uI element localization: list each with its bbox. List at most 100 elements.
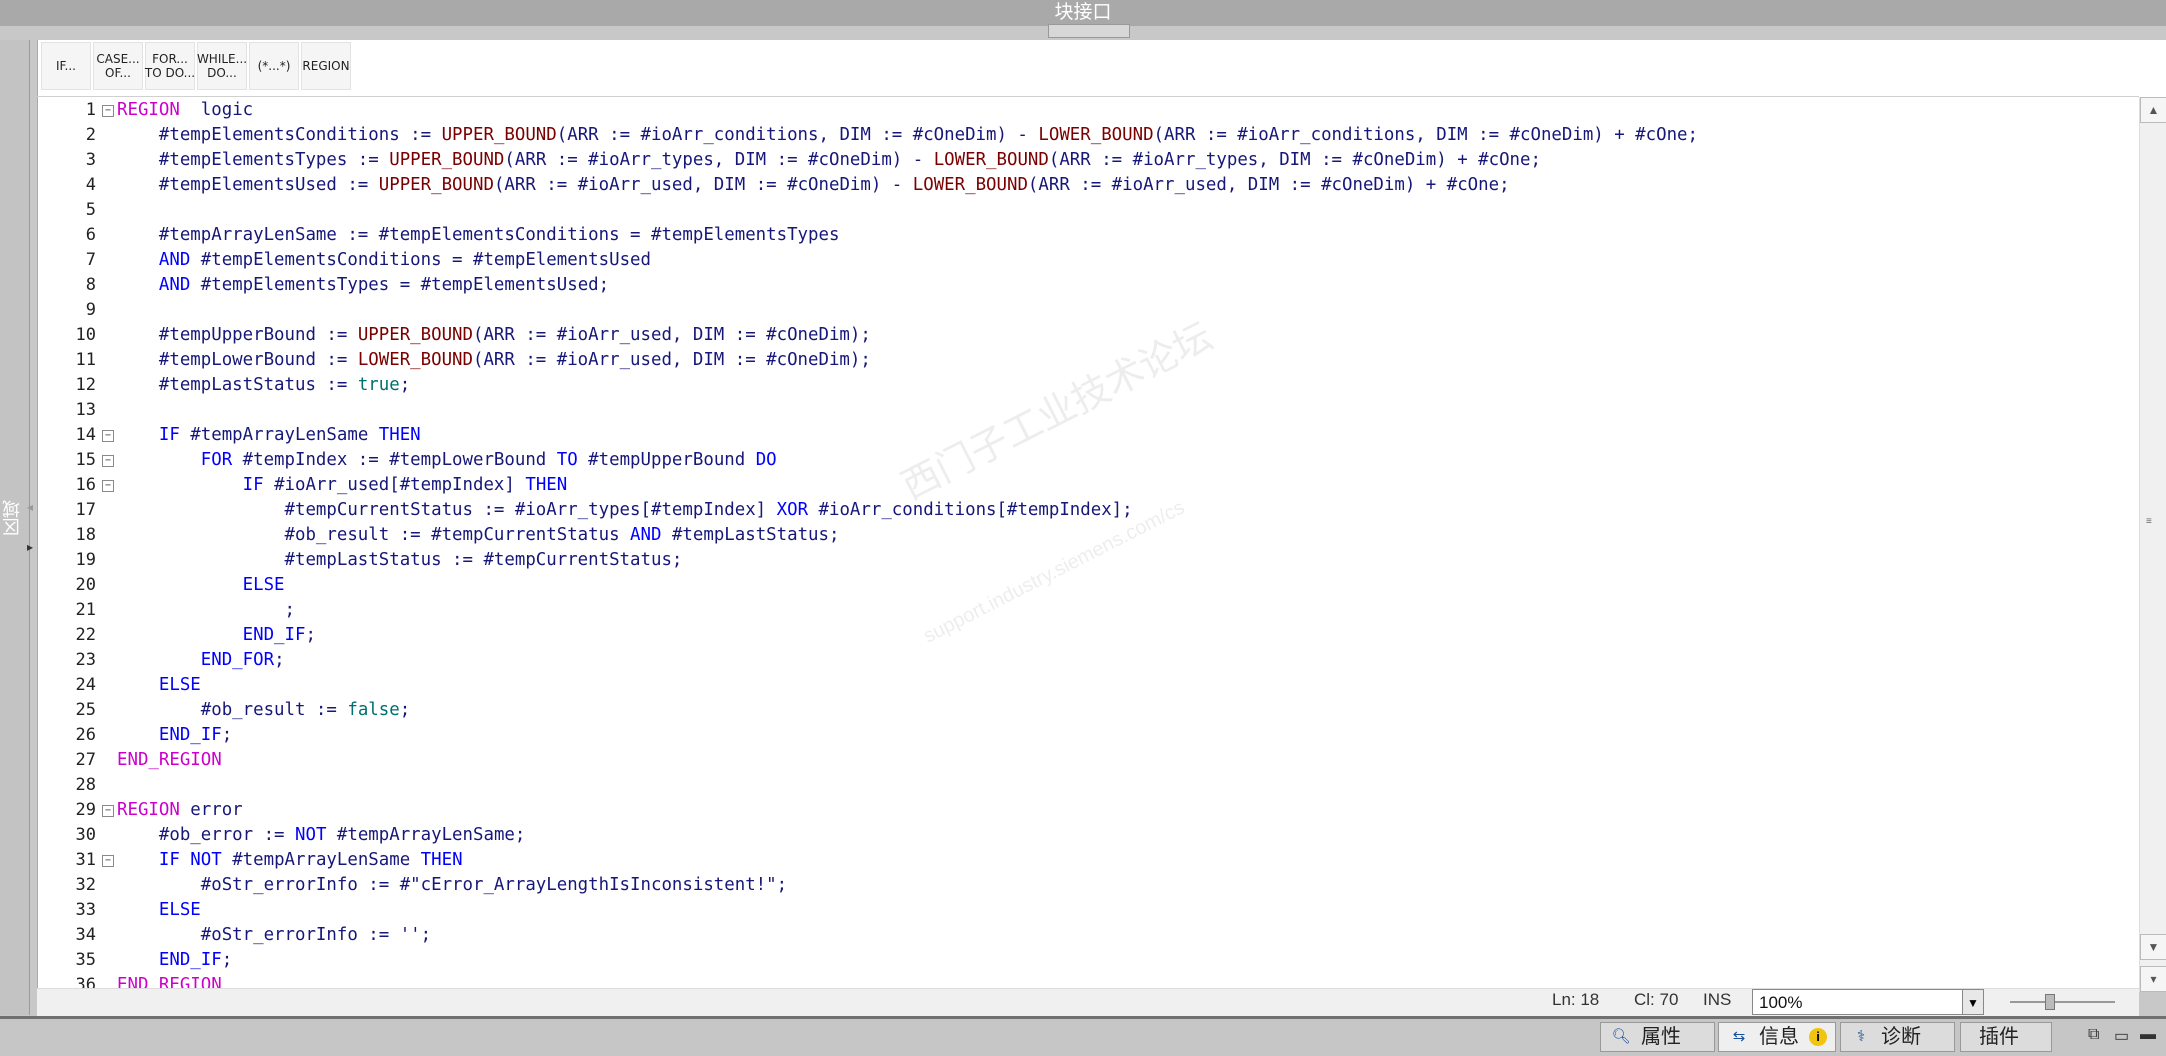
code-token: AND [117, 250, 191, 270]
code-line[interactable]: 16− IF #ioArr_used[#tempIndex] THEN [37, 473, 2137, 498]
snippet-button[interactable]: WHILE... DO... [197, 42, 247, 90]
code-token: (ARR := #ioArr_used, DIM := #cOneDim); [472, 325, 871, 345]
code-text: #tempCurrentStatus := #ioArr_types[#temp… [117, 498, 1133, 523]
code-line[interactable]: 1− REGION logic [37, 98, 2137, 123]
code-line[interactable]: 4 #tempElementsUsed := UPPER_BOUND(ARR :… [37, 173, 2137, 198]
snippet-button[interactable]: IF... [41, 42, 91, 90]
code-line[interactable]: 27 END_REGION [37, 748, 2137, 773]
tab-diagnostics[interactable]: ⚕ 诊断 [1840, 1022, 1955, 1052]
diagnostics-icon: ⚕ [1856, 1028, 1866, 1045]
code-line[interactable]: 14− IF #tempArrayLenSame THEN [37, 423, 2137, 448]
scroll-end-icon[interactable]: ▾ [2140, 966, 2166, 992]
dock-label[interactable]: 区域 [2, 500, 26, 536]
scroll-up-icon[interactable]: ▲ [2140, 97, 2166, 123]
snippet-button[interactable]: REGION [301, 42, 351, 90]
code-line[interactable]: 22 END_IF; [37, 623, 2137, 648]
tab-info[interactable]: ⇆ 信息 i [1718, 1022, 1836, 1052]
code-line[interactable]: 28 [37, 773, 2137, 798]
maximize-window-icon[interactable]: ▬ [2140, 1026, 2156, 1044]
code-line[interactable]: 8 AND #tempElementsTypes = #tempElements… [37, 273, 2137, 298]
line-number: 22 [75, 625, 96, 645]
code-line[interactable]: 2 #tempElementsConditions := UPPER_BOUND… [37, 123, 2137, 148]
code-text: END_IF; [117, 723, 232, 748]
code-token: ; [274, 650, 285, 670]
code-token: END_IF [117, 950, 222, 970]
code-line[interactable]: 24 ELSE [37, 673, 2137, 698]
code-line[interactable]: 25 #ob_result := false; [37, 698, 2137, 723]
code-line[interactable]: 17 #tempCurrentStatus := #ioArr_types[#t… [37, 498, 2137, 523]
line-number: 4 [85, 175, 96, 195]
code-token: error [179, 800, 243, 820]
scroll-grip-icon[interactable]: ≡ [2146, 517, 2160, 530]
code-line[interactable]: 29− REGION error [37, 798, 2137, 823]
tab-properties[interactable]: 🔍︎ 属性 [1600, 1022, 1715, 1052]
line-number: 5 [85, 200, 96, 220]
snippet-button[interactable]: (*...*) [249, 42, 299, 90]
code-line[interactable]: 7 AND #tempElementsConditions = #tempEle… [37, 248, 2137, 273]
expand-right-icon[interactable]: ▸ [27, 540, 33, 554]
code-token: #tempUpperBound := [117, 325, 358, 345]
code-token: true [357, 375, 400, 395]
code-token: #oStr_errorInfo := #"cError_ArrayLengthI… [117, 875, 788, 895]
code-token: IF [117, 425, 180, 445]
code-line[interactable]: 9 [37, 298, 2137, 323]
code-line[interactable]: 23 END_FOR; [37, 648, 2137, 673]
code-token: LOWER_BOUND [912, 175, 1028, 195]
line-number-status: Ln: 18 [1552, 990, 1600, 1009]
code-line[interactable]: 20 ELSE [37, 573, 2137, 598]
code-line[interactable]: 5 [37, 198, 2137, 223]
line-number: 12 [75, 375, 96, 395]
code-line[interactable]: 3 #tempElementsTypes := UPPER_BOUND(ARR … [37, 148, 2137, 173]
code-line[interactable]: 15− FOR #tempIndex := #tempLowerBound TO… [37, 448, 2137, 473]
restore-window-icon[interactable]: ⧉ [2088, 1026, 2099, 1044]
code-line[interactable]: 33 ELSE [37, 898, 2137, 923]
code-line[interactable]: 31− IF NOT #tempArrayLenSame THEN [37, 848, 2137, 873]
code-text: END_REGION [117, 748, 222, 773]
collapse-handle[interactable] [1048, 24, 1130, 38]
fold-toggle-icon[interactable]: − [102, 105, 114, 117]
code-token: TO [556, 450, 578, 470]
code-line[interactable]: 21 ; [37, 598, 2137, 623]
snippet-button[interactable]: FOR... TO DO... [145, 42, 195, 90]
chevron-down-icon[interactable]: ▼ [1962, 989, 1984, 1015]
code-line[interactable]: 10 #tempUpperBound := UPPER_BOUND(ARR :=… [37, 323, 2137, 348]
fold-toggle-icon[interactable]: − [102, 855, 114, 867]
info-tab-icon: ⇆ [1732, 1028, 1746, 1045]
zoom-select[interactable]: 100% [1752, 989, 1968, 1015]
code-token: #tempArrayLenSame := #tempElementsCondit… [117, 225, 840, 245]
code-text: REGION logic [117, 98, 253, 123]
collapse-left-icon[interactable]: ◂ [27, 500, 33, 514]
tab-plugins[interactable]: 插件 [1960, 1022, 2052, 1052]
tab-diagnostics-label: 诊断 [1881, 1026, 1921, 1048]
code-token: LOWER_BOUND [357, 350, 473, 370]
code-line[interactable]: 6 #tempArrayLenSame := #tempElementsCond… [37, 223, 2137, 248]
snippet-toolbar: IF... CASE... OF... FOR... TO DO... WHILE..… [41, 42, 351, 90]
fold-toggle-icon[interactable]: − [102, 430, 114, 442]
scroll-down-icon[interactable]: ▼ [2140, 934, 2166, 960]
code-line[interactable]: 30 #ob_error := NOT #tempArrayLenSame; [37, 823, 2137, 848]
zoom-slider-handle[interactable] [2045, 994, 2055, 1010]
code-line[interactable]: 34 #oStr_errorInfo := ''; [37, 923, 2137, 948]
code-token: ELSE [117, 900, 201, 920]
minimize-window-icon[interactable]: ▭ [2114, 1026, 2129, 1046]
fold-toggle-icon[interactable]: − [102, 480, 114, 492]
code-line[interactable]: 35 END_IF; [37, 948, 2137, 973]
code-token: #tempArrayLenSame; [326, 825, 526, 845]
code-text: ELSE [117, 573, 285, 598]
code-token: NOT [295, 825, 327, 845]
code-token: IF [117, 475, 264, 495]
code-text: #ob_result := false; [117, 698, 410, 723]
line-number: 19 [75, 550, 96, 570]
code-token: #tempCurrentStatus := #ioArr_types[#temp… [117, 500, 777, 520]
code-line[interactable]: 11 #tempLowerBound := LOWER_BOUND(ARR :=… [37, 348, 2137, 373]
snippet-button[interactable]: CASE... OF... [93, 42, 143, 90]
zoom-slider[interactable] [2010, 1001, 2115, 1003]
fold-toggle-icon[interactable]: − [102, 805, 114, 817]
code-line[interactable]: 26 END_IF; [37, 723, 2137, 748]
code-token: #tempElementsTypes = #tempElementsUsed; [190, 275, 610, 295]
fold-toggle-icon[interactable]: − [102, 455, 114, 467]
vertical-scrollbar[interactable]: ▲ ▼ ▾ [2139, 97, 2166, 992]
code-text: END_IF; [117, 623, 316, 648]
code-token: #tempElementsTypes := [117, 150, 390, 170]
code-line[interactable]: 32 #oStr_errorInfo := #"cError_ArrayLeng… [37, 873, 2137, 898]
